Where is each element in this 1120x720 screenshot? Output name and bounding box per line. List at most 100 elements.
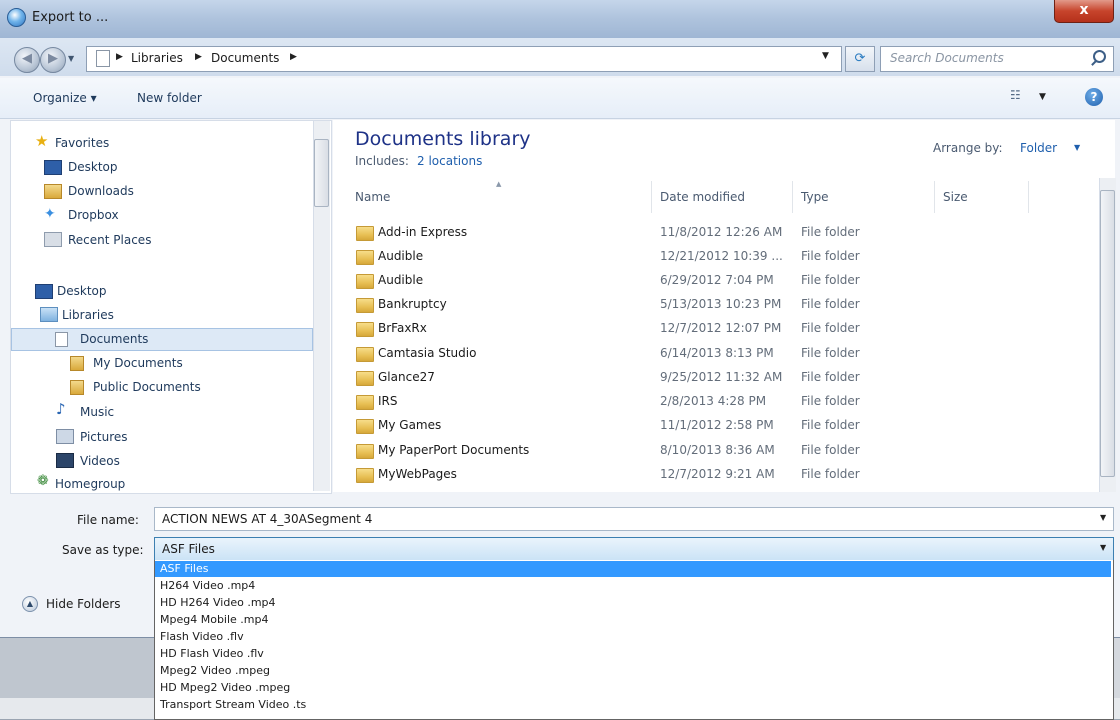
sidebar-item-dropbox[interactable]: Dropbox	[68, 208, 119, 222]
file-name[interactable]: My PaperPort Documents	[378, 443, 529, 457]
dropdown-option[interactable]: Transport Stream Video .ts	[160, 698, 306, 711]
videos-icon	[56, 453, 74, 468]
dropdown-option[interactable]: Mpeg4 Mobile .mp4	[160, 613, 269, 626]
file-type: File folder	[801, 443, 860, 457]
app-icon	[7, 8, 26, 27]
file-name[interactable]: Add-in Express	[378, 225, 467, 239]
address-dropdown-icon[interactable]: ▼	[822, 51, 829, 61]
column-header-name[interactable]: Name	[355, 190, 390, 204]
file-name[interactable]: Bankruptcy	[378, 297, 447, 311]
file-name[interactable]: Camtasia Studio	[378, 346, 476, 360]
tree-item-videos[interactable]: Videos	[80, 454, 120, 468]
help-icon[interactable]: ?	[1085, 88, 1103, 106]
file-name[interactable]: Glance27	[378, 370, 435, 384]
file-name[interactable]: IRS	[378, 394, 398, 408]
breadcrumb-separator-icon[interactable]: ▶	[290, 52, 297, 62]
folder-icon	[70, 356, 84, 371]
views-dropdown-icon[interactable]: ▼	[1039, 92, 1046, 102]
tree-item-homegroup[interactable]: Homegroup	[55, 477, 125, 491]
tree-item-public-documents[interactable]: Public Documents	[93, 380, 201, 394]
folder-icon	[356, 250, 374, 265]
column-divider[interactable]	[1028, 181, 1029, 213]
folder-icon	[356, 298, 374, 313]
dropdown-option[interactable]: Mpeg2 Video .mpeg	[160, 664, 270, 677]
star-icon: ★	[35, 132, 49, 150]
column-divider[interactable]	[792, 181, 793, 213]
arrange-by-dropdown[interactable]: Folder	[1020, 141, 1057, 155]
views-icon[interactable]: ☷	[1010, 88, 1034, 106]
hide-folders-icon[interactable]: ▲	[22, 596, 38, 612]
breadcrumb-separator-icon[interactable]: ▶	[116, 52, 123, 62]
dropdown-selected-highlight	[155, 561, 1111, 577]
file-name[interactable]: Audible	[378, 273, 423, 287]
file-type: File folder	[801, 467, 860, 481]
libraries-icon	[40, 307, 58, 322]
library-title: Documents library	[355, 128, 531, 150]
tree-item-desktop[interactable]: Desktop	[57, 284, 107, 298]
breadcrumb-separator-icon[interactable]: ▶	[195, 52, 202, 62]
library-locations-link[interactable]: 2 locations	[417, 154, 482, 168]
folder-icon	[356, 274, 374, 289]
breadcrumb-libraries[interactable]: Libraries	[131, 51, 183, 65]
organize-button[interactable]: Organize ▾	[33, 91, 97, 105]
folder-icon	[356, 226, 374, 241]
back-button[interactable]: ◀	[14, 47, 40, 73]
tree-item-my-documents[interactable]: My Documents	[93, 356, 183, 370]
arrange-dropdown-icon[interactable]: ▼	[1074, 143, 1080, 152]
title-bar[interactable]	[0, 0, 1120, 38]
save-as-type-select[interactable]	[154, 537, 1114, 561]
file-name-dropdown-icon[interactable]: ▼	[1100, 513, 1106, 522]
file-type: File folder	[801, 418, 860, 432]
file-name[interactable]: My Games	[378, 418, 441, 432]
tree-item-libraries[interactable]: Libraries	[62, 308, 114, 322]
file-date: 2/8/2013 4:28 PM	[660, 394, 767, 408]
file-list-scrollbar-thumb[interactable]	[1100, 190, 1115, 477]
new-folder-button[interactable]: New folder	[137, 91, 202, 105]
file-name[interactable]: MyWebPages	[378, 467, 457, 481]
recent-places-icon	[44, 232, 62, 247]
file-date: 6/29/2012 7:04 PM	[660, 273, 774, 287]
favorites-header[interactable]: Favorites	[55, 136, 109, 150]
column-divider[interactable]	[934, 181, 935, 213]
save-as-type-dropdown-list	[154, 560, 1114, 720]
column-header-size[interactable]: Size	[943, 190, 968, 204]
dropdown-option[interactable]: HD Flash Video .flv	[160, 647, 264, 660]
breadcrumb-documents[interactable]: Documents	[211, 51, 279, 65]
dropdown-option[interactable]: Flash Video .flv	[160, 630, 244, 643]
file-name[interactable]: Audible	[378, 249, 423, 263]
hide-folders-button[interactable]: Hide Folders	[46, 597, 121, 611]
tree-item-pictures[interactable]: Pictures	[80, 430, 128, 444]
folder-location-icon	[96, 50, 110, 67]
folder-icon	[356, 395, 374, 410]
dropdown-option[interactable]: HD H264 Video .mp4	[160, 596, 276, 609]
file-date: 11/1/2012 2:58 PM	[660, 418, 774, 432]
save-as-type-value[interactable]: ASF Files	[162, 542, 215, 556]
file-date: 12/7/2012 9:21 AM	[660, 467, 775, 481]
file-type: File folder	[801, 297, 860, 311]
file-name-value[interactable]: ACTION NEWS AT 4_30ASegment 4	[162, 512, 372, 526]
file-name[interactable]: BrFaxRx	[378, 321, 427, 335]
tree-item-music[interactable]: Music	[80, 405, 114, 419]
recent-pages-icon[interactable]: ▼	[68, 54, 80, 64]
folder-icon	[70, 380, 84, 395]
dropdown-option[interactable]: H264 Video .mp4	[160, 579, 255, 592]
dropdown-option[interactable]: ASF Files	[160, 562, 208, 575]
column-divider[interactable]	[651, 181, 652, 213]
search-placeholder: Search Documents	[890, 51, 1004, 65]
dropdown-option[interactable]: HD Mpeg2 Video .mpeg	[160, 681, 290, 694]
column-header-type[interactable]: Type	[801, 190, 829, 204]
column-header-date-modified[interactable]: Date modified	[660, 190, 745, 204]
forward-button[interactable]: ▶	[40, 47, 66, 73]
close-button[interactable]: x	[1054, 0, 1114, 23]
folder-icon	[356, 419, 374, 434]
save-as-type-dropdown-icon[interactable]: ▼	[1100, 543, 1106, 552]
desktop-icon	[35, 284, 53, 299]
file-date: 12/7/2012 12:07 PM	[660, 321, 782, 335]
tree-item-documents[interactable]: Documents	[80, 332, 148, 346]
sidebar-item-recent-places[interactable]: Recent Places	[68, 233, 151, 247]
sidebar-item-desktop[interactable]: Desktop	[68, 160, 118, 174]
nav-scrollbar-thumb[interactable]	[314, 139, 329, 207]
sidebar-item-downloads[interactable]: Downloads	[68, 184, 134, 198]
pictures-icon	[56, 429, 74, 444]
refresh-button[interactable]: ⟳	[845, 46, 875, 72]
